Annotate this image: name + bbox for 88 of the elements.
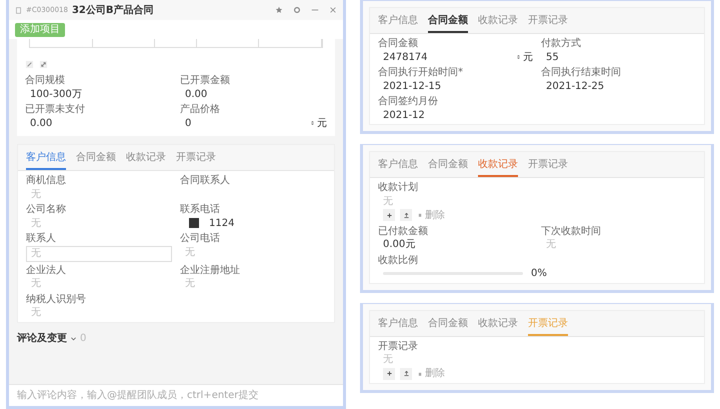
field-value: 2478174 — [383, 50, 428, 64]
field-label: 开票记录 — [378, 340, 419, 353]
add-button[interactable] — [383, 368, 395, 380]
field-label: 下次收款时间 — [541, 226, 602, 238]
field-value: 无 — [31, 216, 41, 230]
spinner-icon[interactable] — [516, 53, 520, 61]
edit-icon[interactable] — [25, 60, 34, 69]
spinner-icon[interactable] — [310, 119, 314, 127]
field-value: 无 — [185, 277, 195, 290]
field-label: 合同签约月份 — [378, 96, 439, 108]
unit-label: 元 — [317, 116, 327, 130]
progress-reading: 0% — [531, 267, 547, 280]
upload-button[interactable] — [400, 368, 412, 380]
field-value: 无 — [31, 277, 41, 290]
comments-title: 评论及变更 — [17, 331, 67, 346]
field-value: 55 — [546, 50, 559, 64]
field-value: 无 — [383, 353, 393, 366]
tab[interactable]: 开票记录 — [176, 148, 216, 170]
comment-field[interactable]: 输入评论内容，输入@提醒团队成员，ctrl+enter提交 — [9, 384, 343, 406]
field-label: 已付款金额 — [378, 226, 429, 238]
field-label: 合同联系人 — [180, 175, 231, 188]
field-label: 公司名称 — [26, 204, 67, 216]
field-value: 100-300万 — [30, 88, 82, 100]
upload-icon — [402, 212, 410, 218]
field-value: 无 — [383, 194, 393, 208]
delete-button[interactable]: 删除 — [417, 366, 445, 381]
tab[interactable]: 客户信息 — [26, 148, 66, 170]
comment-count: 0 — [80, 332, 86, 346]
field-value: 1124 — [209, 216, 234, 230]
expand-icon[interactable] — [39, 60, 48, 69]
tab[interactable]: 客户信息 — [378, 11, 418, 33]
field-label: 收款比例 — [378, 254, 419, 267]
field-label: 已开票金额 — [180, 75, 231, 88]
avatar-square — [189, 218, 199, 228]
tab[interactable]: 收款记录 — [478, 155, 518, 177]
upload-icon — [402, 370, 410, 377]
tab[interactable]: 开票记录 — [528, 155, 568, 177]
field-value: 无 — [31, 306, 41, 319]
field-label: 合同金额 — [378, 38, 419, 50]
field-value: 0.00 — [30, 116, 52, 130]
field-value: 0.00元 — [383, 238, 416, 251]
field-label: 商机信息 — [26, 175, 67, 188]
tab[interactable]: 开票记录 — [528, 11, 568, 33]
field-label: 联系人 — [26, 233, 57, 246]
field-value: 2021-12-25 — [546, 80, 604, 92]
add-project-button[interactable]: 添加项目 — [15, 23, 65, 37]
chevron-down-icon[interactable] — [70, 334, 77, 342]
star-icon[interactable] — [275, 6, 283, 14]
field-label: 产品价格 — [180, 104, 221, 116]
field-label: 公司电话 — [180, 233, 221, 246]
field-value: 2021-12-15 — [383, 80, 442, 92]
unit-label: 元 — [523, 50, 533, 64]
text-field[interactable]: 无 — [26, 246, 172, 262]
field-value: 2021-12 — [383, 108, 425, 122]
field-value: 无 — [31, 188, 41, 200]
field-label: 企业法人 — [26, 264, 67, 277]
field-label: 合同执行开始时间* — [378, 67, 464, 80]
window-title: 32公司B产品合同 — [72, 4, 154, 18]
tab[interactable]: 开票记录 — [528, 314, 568, 336]
field-label: 付款方式 — [541, 38, 582, 50]
tab[interactable]: 合同金额 — [76, 148, 116, 170]
field-label: 合同执行结束时间 — [541, 67, 622, 80]
field-label: 合同规模 — [25, 75, 66, 88]
field-label: 已开票未支付 — [25, 104, 86, 116]
tab[interactable]: 客户信息 — [378, 314, 418, 336]
tab[interactable]: 收款记录 — [478, 314, 518, 336]
close-icon[interactable] — [329, 6, 337, 14]
field-value: 0.00 — [185, 88, 208, 100]
tab[interactable]: 合同金额 — [428, 11, 468, 33]
settings-icon[interactable] — [293, 6, 301, 14]
plus-icon — [386, 370, 392, 377]
field-value: 0 — [185, 116, 192, 130]
field-label: 收款计划 — [378, 182, 419, 194]
add-button[interactable] — [383, 209, 395, 221]
plus-icon — [386, 212, 392, 218]
field-value: 无 — [185, 246, 195, 258]
upload-button[interactable] — [400, 209, 412, 221]
tab[interactable]: 合同金额 — [428, 155, 468, 177]
field-label: 企业注册地址 — [180, 264, 241, 277]
tab[interactable]: 收款记录 — [478, 11, 518, 33]
tab[interactable]: 客户信息 — [378, 155, 418, 177]
document-icon — [15, 6, 22, 14]
tab[interactable]: 收款记录 — [126, 148, 166, 170]
field-label: 纳税人识别号 — [26, 294, 87, 306]
tab[interactable]: 合同金额 — [428, 314, 468, 336]
field-label: 联系电话 — [180, 204, 221, 216]
delete-button[interactable]: 删除 — [417, 208, 445, 222]
field-value: 无 — [546, 238, 556, 251]
